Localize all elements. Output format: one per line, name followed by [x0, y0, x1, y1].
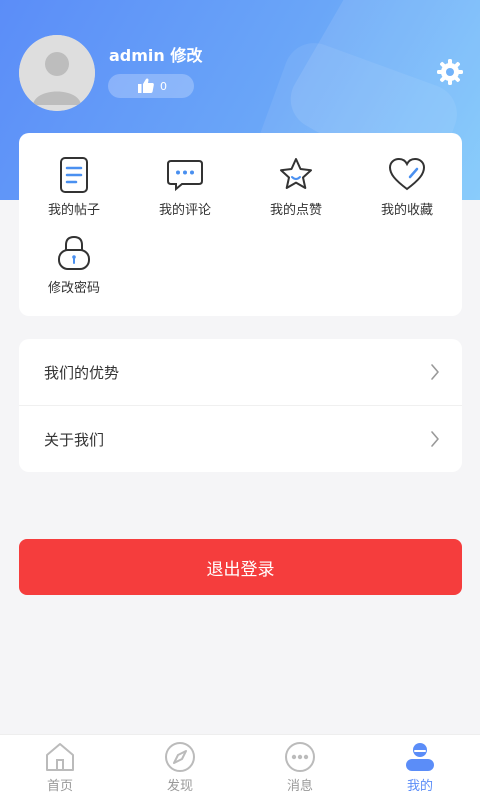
tab-me[interactable]: 我的 [360, 735, 480, 800]
heart-icon [388, 157, 426, 191]
tab-home[interactable]: 首页 [0, 735, 120, 800]
edit-profile-link[interactable]: 修改 [170, 46, 202, 65]
avatar[interactable] [19, 35, 95, 111]
username: admin [109, 46, 165, 65]
bottom-tab-bar: 首页 发现 消息 我的 [0, 734, 480, 800]
menu-item-label: 我们的优势 [44, 363, 120, 382]
quick-action-my-likes[interactable]: 我的点赞 [241, 157, 351, 218]
comment-icon [167, 160, 203, 192]
quick-action-label: 我的收藏 [380, 203, 433, 218]
gear-icon[interactable] [436, 58, 464, 86]
likes-badge: 0 [108, 74, 194, 98]
username-row: admin 修改 [109, 42, 202, 66]
tab-label: 消息 [286, 779, 313, 794]
thumbs-up-icon [138, 78, 154, 93]
chevron-right-icon [431, 364, 439, 380]
info-menu-card: 我们的优势 关于我们 [19, 339, 462, 472]
compass-icon [165, 742, 195, 772]
tab-label: 我的 [406, 779, 433, 794]
quick-action-my-comments[interactable]: 我的评论 [130, 157, 240, 218]
menu-item-about-us[interactable]: 关于我们 [19, 406, 462, 472]
tab-discover[interactable]: 发现 [120, 735, 240, 800]
logout-button[interactable]: 退出登录 [19, 539, 462, 595]
lock-icon [58, 235, 90, 270]
profile-icon [406, 743, 434, 771]
tab-label: 发现 [166, 779, 193, 794]
message-icon [285, 742, 315, 772]
tab-label: 首页 [46, 779, 73, 794]
quick-actions-card: 我的帖子 我的评论 我的点赞 我的收藏 修改密码 [19, 133, 462, 316]
menu-item-label: 关于我们 [44, 430, 105, 449]
home-icon [46, 743, 74, 771]
chevron-right-icon [431, 431, 439, 447]
likes-count: 0 [160, 79, 167, 93]
quick-action-label: 我的帖子 [47, 203, 100, 218]
quick-action-my-posts[interactable]: 我的帖子 [19, 157, 129, 218]
quick-action-label: 修改密码 [47, 281, 100, 296]
quick-action-change-password[interactable]: 修改密码 [19, 235, 129, 296]
avatar-placeholder-icon [19, 35, 95, 111]
tab-messages[interactable]: 消息 [240, 735, 360, 800]
menu-item-our-advantages[interactable]: 我们的优势 [19, 339, 462, 405]
quick-action-label: 我的点赞 [269, 203, 322, 218]
document-icon [60, 157, 88, 193]
quick-action-label: 我的评论 [158, 203, 211, 218]
star-icon [280, 158, 312, 189]
quick-action-my-favorites[interactable]: 我的收藏 [352, 157, 462, 218]
